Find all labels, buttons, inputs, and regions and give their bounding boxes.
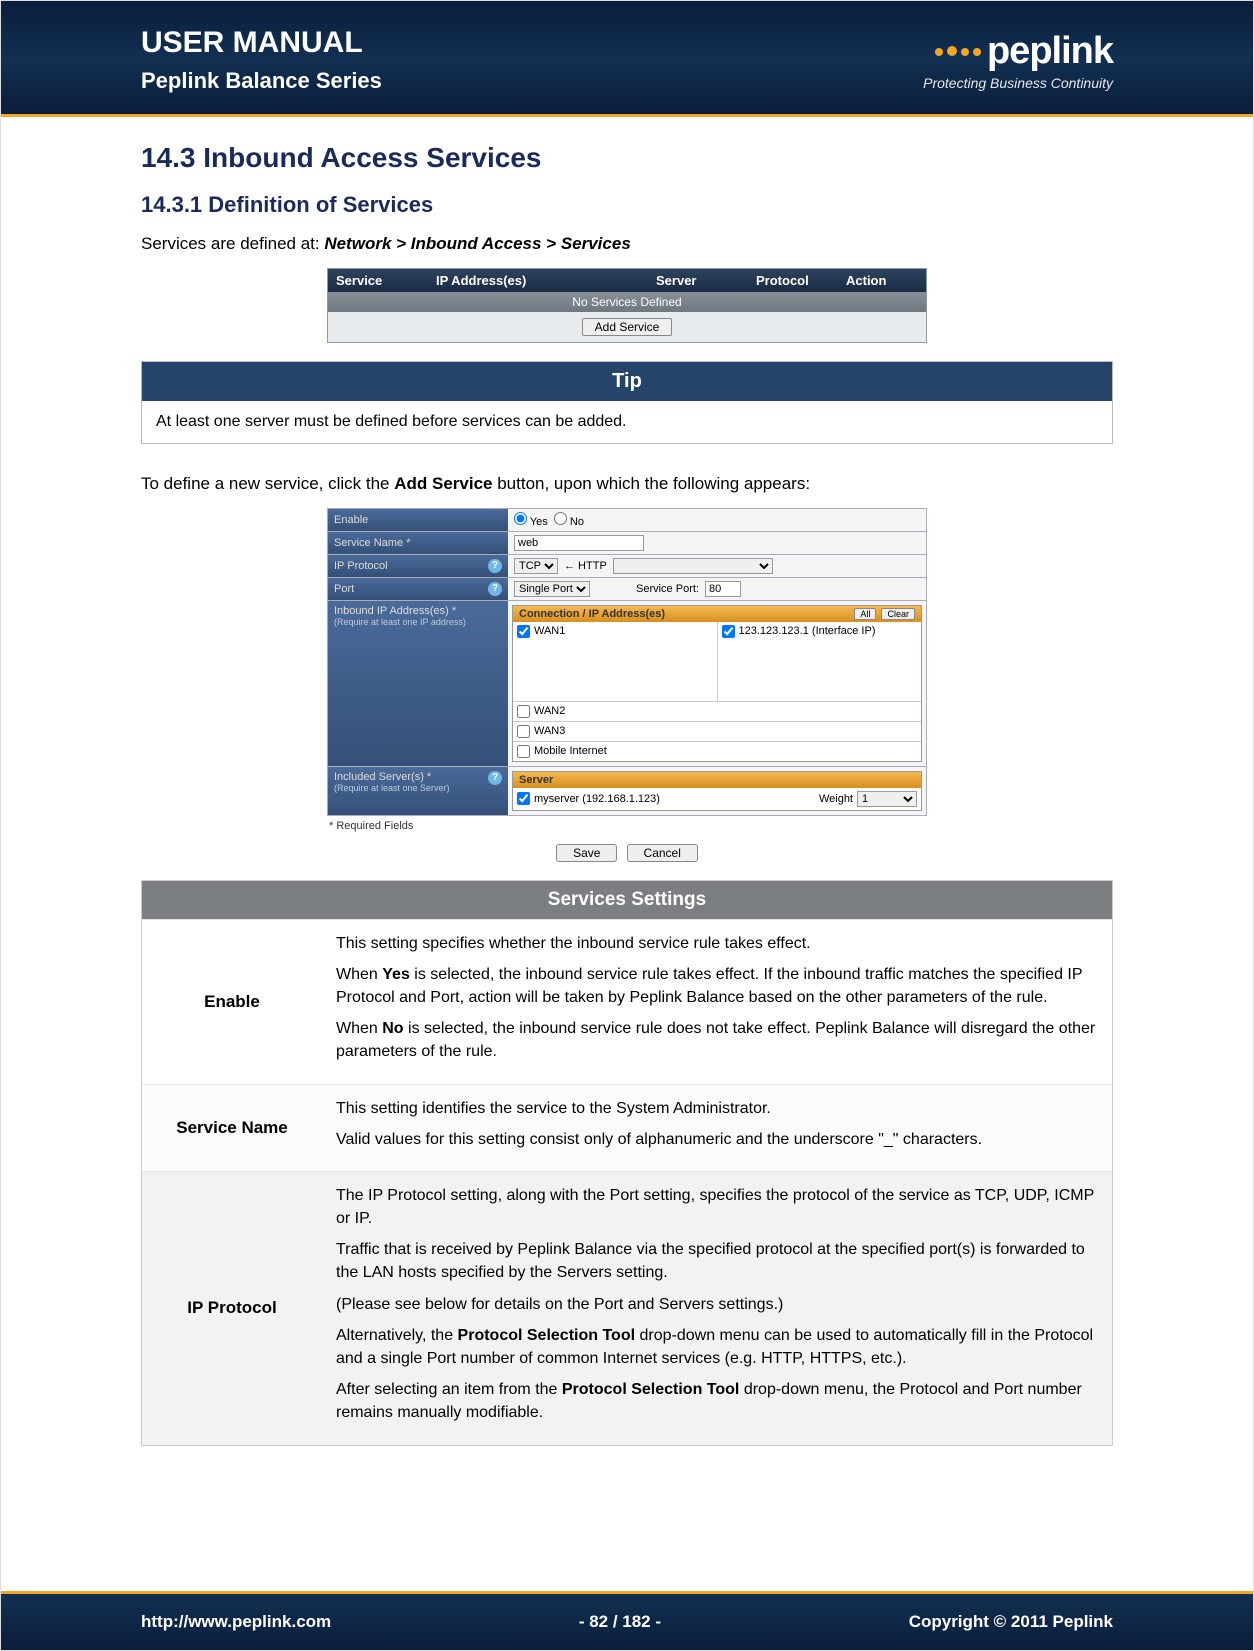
mobile-label: Mobile Internet bbox=[534, 745, 607, 757]
footer-page: - 82 / 182 - bbox=[579, 1612, 661, 1632]
enable-yes-radio[interactable] bbox=[514, 512, 527, 525]
help-icon[interactable]: ? bbox=[488, 771, 502, 785]
tip-title: Tip bbox=[142, 362, 1112, 401]
tip-body: At least one server must be defined befo… bbox=[142, 401, 1112, 443]
services-empty-row: No Services Defined bbox=[328, 292, 926, 312]
para2-bold: Add Service bbox=[394, 474, 492, 493]
intro-text: Services are defined at: Network > Inbou… bbox=[141, 232, 1113, 256]
wan1-checkbox[interactable] bbox=[517, 625, 530, 638]
help-icon[interactable]: ? bbox=[488, 559, 502, 573]
all-button[interactable]: All bbox=[854, 608, 876, 620]
ip-protocol-select[interactable]: TCP bbox=[514, 558, 558, 574]
mobile-checkbox[interactable] bbox=[517, 745, 530, 758]
clear-button[interactable]: Clear bbox=[881, 608, 915, 620]
settings-row: Service NameThis setting identifies the … bbox=[142, 1084, 1112, 1171]
protocol-tool-select[interactable] bbox=[613, 558, 773, 574]
breadcrumb: Network > Inbound Access > Services bbox=[324, 234, 630, 253]
service-form: Enable Yes No Service Name * IP Protocol… bbox=[327, 508, 927, 866]
doc-subtitle: Peplink Balance Series bbox=[141, 68, 382, 94]
wan3-checkbox[interactable] bbox=[517, 725, 530, 738]
wan1-ip-checkbox[interactable] bbox=[722, 625, 735, 638]
server1-checkbox[interactable] bbox=[517, 792, 530, 805]
settings-table: Services Settings EnableThis setting spe… bbox=[141, 880, 1113, 1446]
wan2-checkbox[interactable] bbox=[517, 705, 530, 718]
doc-title: USER MANUAL bbox=[141, 26, 382, 60]
port-mode-select[interactable]: Single Port bbox=[514, 581, 590, 597]
col-ip: IP Address(es) bbox=[428, 269, 648, 292]
intro-prefix: Services are defined at: bbox=[141, 234, 324, 253]
server-header: Server bbox=[519, 774, 553, 786]
service-port-label: Service Port: bbox=[636, 583, 699, 595]
footer-url: http://www.peplink.com bbox=[141, 1612, 331, 1632]
settings-key: IP Protocol bbox=[142, 1172, 322, 1445]
label-enable: Enable bbox=[334, 514, 368, 526]
add-service-button[interactable]: Add Service bbox=[582, 318, 673, 336]
subsection-heading: 14.3.1 Definition of Services bbox=[141, 192, 1113, 218]
settings-val: The IP Protocol setting, along with the … bbox=[322, 1172, 1112, 1445]
wan2-label: WAN2 bbox=[534, 705, 565, 717]
conn-header: Connection / IP Address(es) bbox=[519, 608, 665, 620]
footer-copyright: Copyright © 2011 Peplink bbox=[909, 1612, 1113, 1632]
weight-label: Weight bbox=[819, 793, 853, 805]
brand-logo: peplink Protecting Business Continuity bbox=[923, 30, 1113, 91]
service-name-input[interactable] bbox=[514, 535, 644, 551]
server1-label: myserver (192.168.1.123) bbox=[534, 793, 660, 805]
col-server: Server bbox=[648, 269, 748, 292]
label-service-name: Service Name * bbox=[334, 537, 410, 549]
help-icon[interactable]: ? bbox=[488, 582, 502, 596]
enable-no-radio[interactable] bbox=[554, 512, 567, 525]
footer-bar: http://www.peplink.com - 82 / 182 - Copy… bbox=[1, 1591, 1253, 1650]
save-button[interactable]: Save bbox=[556, 844, 617, 862]
brand-tagline: Protecting Business Continuity bbox=[923, 75, 1113, 91]
col-service: Service bbox=[328, 269, 428, 292]
service-port-input[interactable] bbox=[705, 581, 741, 597]
label-included-servers: Included Server(s) * bbox=[334, 771, 431, 783]
services-table-header: Service IP Address(es) Server Protocol A… bbox=[328, 269, 926, 292]
settings-row: EnableThis setting specifies whether the… bbox=[142, 919, 1112, 1084]
enable-no-text: No bbox=[570, 516, 584, 528]
label-inbound-ip: Inbound IP Address(es) * bbox=[334, 605, 456, 617]
cancel-button[interactable]: Cancel bbox=[627, 844, 698, 862]
protocol-tool-label: ← HTTP bbox=[564, 560, 607, 572]
weight-select[interactable]: 1 bbox=[857, 791, 917, 807]
label-inbound-ip-note: (Require at least one IP address) bbox=[334, 617, 466, 627]
enable-no-option[interactable]: No bbox=[554, 512, 584, 528]
services-table: Service IP Address(es) Server Protocol A… bbox=[327, 268, 927, 343]
brand-name: peplink bbox=[987, 30, 1113, 73]
label-ip-protocol: IP Protocol bbox=[334, 560, 388, 572]
settings-title: Services Settings bbox=[142, 881, 1112, 919]
header-bar: USER MANUAL Peplink Balance Series pepli… bbox=[1, 1, 1253, 117]
settings-val: This setting specifies whether the inbou… bbox=[322, 920, 1112, 1084]
wan3-label: WAN3 bbox=[534, 725, 565, 737]
wan1-ip-label: 123.123.123.1 (Interface IP) bbox=[739, 625, 876, 637]
settings-key: Enable bbox=[142, 920, 322, 1084]
label-included-servers-note: (Require at least one Server) bbox=[334, 783, 450, 793]
wan1-label: WAN1 bbox=[534, 625, 565, 637]
section-heading: 14.3 Inbound Access Services bbox=[141, 142, 1113, 174]
label-port: Port bbox=[334, 583, 354, 595]
para2-pre: To define a new service, click the bbox=[141, 474, 394, 493]
tip-box: Tip At least one server must be defined … bbox=[141, 361, 1113, 444]
col-protocol: Protocol bbox=[748, 269, 838, 292]
para2-post: button, upon which the following appears… bbox=[493, 474, 811, 493]
enable-yes-option[interactable]: Yes bbox=[514, 512, 548, 528]
para-add-service: To define a new service, click the Add S… bbox=[141, 472, 1113, 496]
brand-dots-icon bbox=[935, 46, 981, 56]
settings-val: This setting identifies the service to t… bbox=[322, 1085, 1112, 1171]
col-action: Action bbox=[838, 269, 918, 292]
required-fields-note: * Required Fields bbox=[327, 816, 927, 836]
enable-yes-text: Yes bbox=[530, 516, 548, 528]
settings-key: Service Name bbox=[142, 1085, 322, 1171]
settings-row: IP ProtocolThe IP Protocol setting, alon… bbox=[142, 1171, 1112, 1445]
